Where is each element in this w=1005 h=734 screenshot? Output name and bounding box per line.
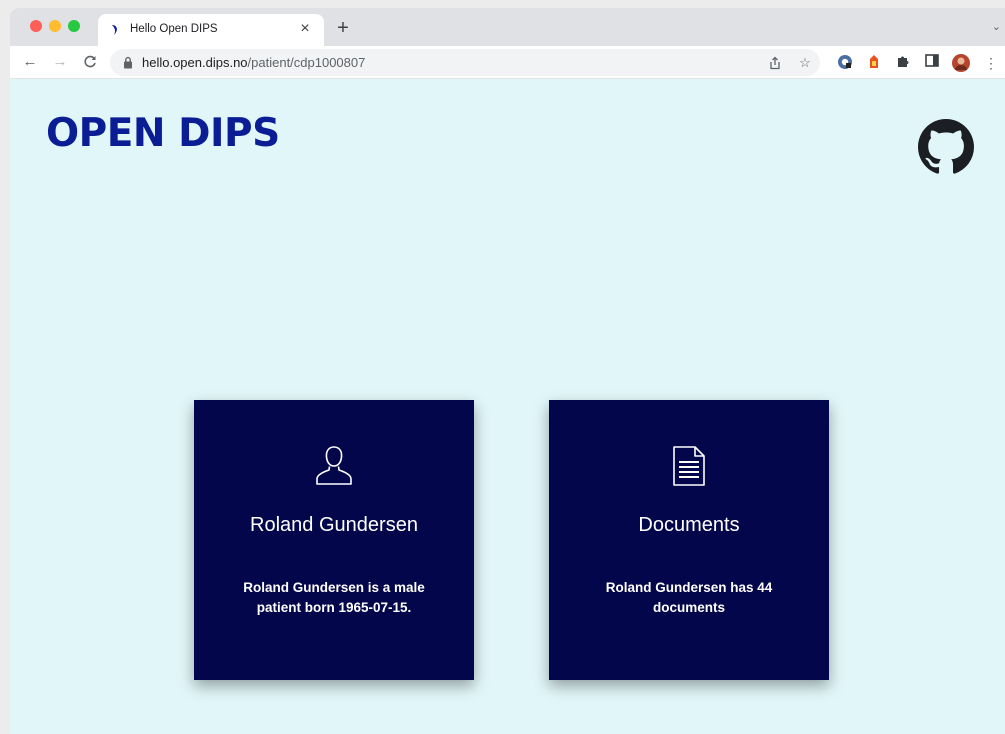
close-window-button[interactable]	[30, 20, 42, 32]
user-icon	[316, 446, 352, 485]
browser-menu-icon[interactable]: ⋮	[982, 54, 1000, 72]
url-path: /patient/cdp1000807	[247, 55, 366, 70]
reload-icon	[84, 55, 96, 68]
site-logo[interactable]: OPEN DIPS	[46, 111, 280, 156]
close-tab-icon[interactable]: ×	[296, 19, 314, 39]
forward-button[interactable]: →	[48, 50, 72, 74]
documents-title: Documents	[638, 514, 740, 536]
browser-tab[interactable]: Hello Open DIPS ×	[98, 14, 324, 46]
minimize-window-button[interactable]	[49, 20, 61, 32]
tab-strip: Hello Open DIPS × + ⌄	[10, 8, 1005, 46]
patient-name: Roland Gundersen	[250, 514, 418, 536]
extensions-puzzle-icon[interactable]	[894, 54, 912, 72]
page-content: OPEN DIPS Roland Gundersen Roland Gunder…	[10, 79, 1005, 734]
document-icon	[673, 446, 705, 486]
address-bar[interactable]: hello.open.dips.no/patient/cdp1000807 ☆	[110, 49, 820, 76]
url-text[interactable]: hello.open.dips.no/patient/cdp1000807	[142, 55, 365, 70]
lock-icon	[124, 56, 132, 69]
maximize-window-button[interactable]	[68, 20, 80, 32]
patient-card[interactable]: Roland Gundersen Roland Gundersen is a m…	[194, 400, 474, 680]
tab-title: Hello Open DIPS	[130, 23, 218, 35]
share-icon[interactable]	[766, 54, 784, 72]
extension-2-icon[interactable]	[865, 54, 883, 72]
dips-favicon-icon	[112, 25, 117, 35]
extension-1-icon[interactable]	[836, 54, 854, 72]
back-button[interactable]: ←	[18, 50, 42, 74]
browser-toolbar: ← → hello.open.dips.no/patient/cdp100080…	[10, 46, 1005, 79]
documents-card[interactable]: Documents Roland Gundersen has 44 docume…	[549, 400, 829, 680]
reload-button[interactable]	[78, 50, 102, 74]
browser-window: Hello Open DIPS × + ⌄ ← → hello.open.dip…	[10, 8, 1005, 734]
documents-description: Roland Gundersen has 44 documents	[605, 580, 773, 615]
bookmark-star-icon[interactable]: ☆	[796, 54, 814, 72]
github-icon[interactable]	[918, 119, 974, 175]
url-host: hello.open.dips.no	[142, 55, 248, 70]
new-tab-button[interactable]: +	[332, 17, 354, 39]
side-panel-icon[interactable]	[923, 54, 941, 72]
tab-search-icon[interactable]: ⌄	[992, 20, 1001, 33]
profile-avatar[interactable]	[952, 54, 970, 72]
patient-description: Roland Gundersen is a male patient born …	[243, 580, 425, 615]
